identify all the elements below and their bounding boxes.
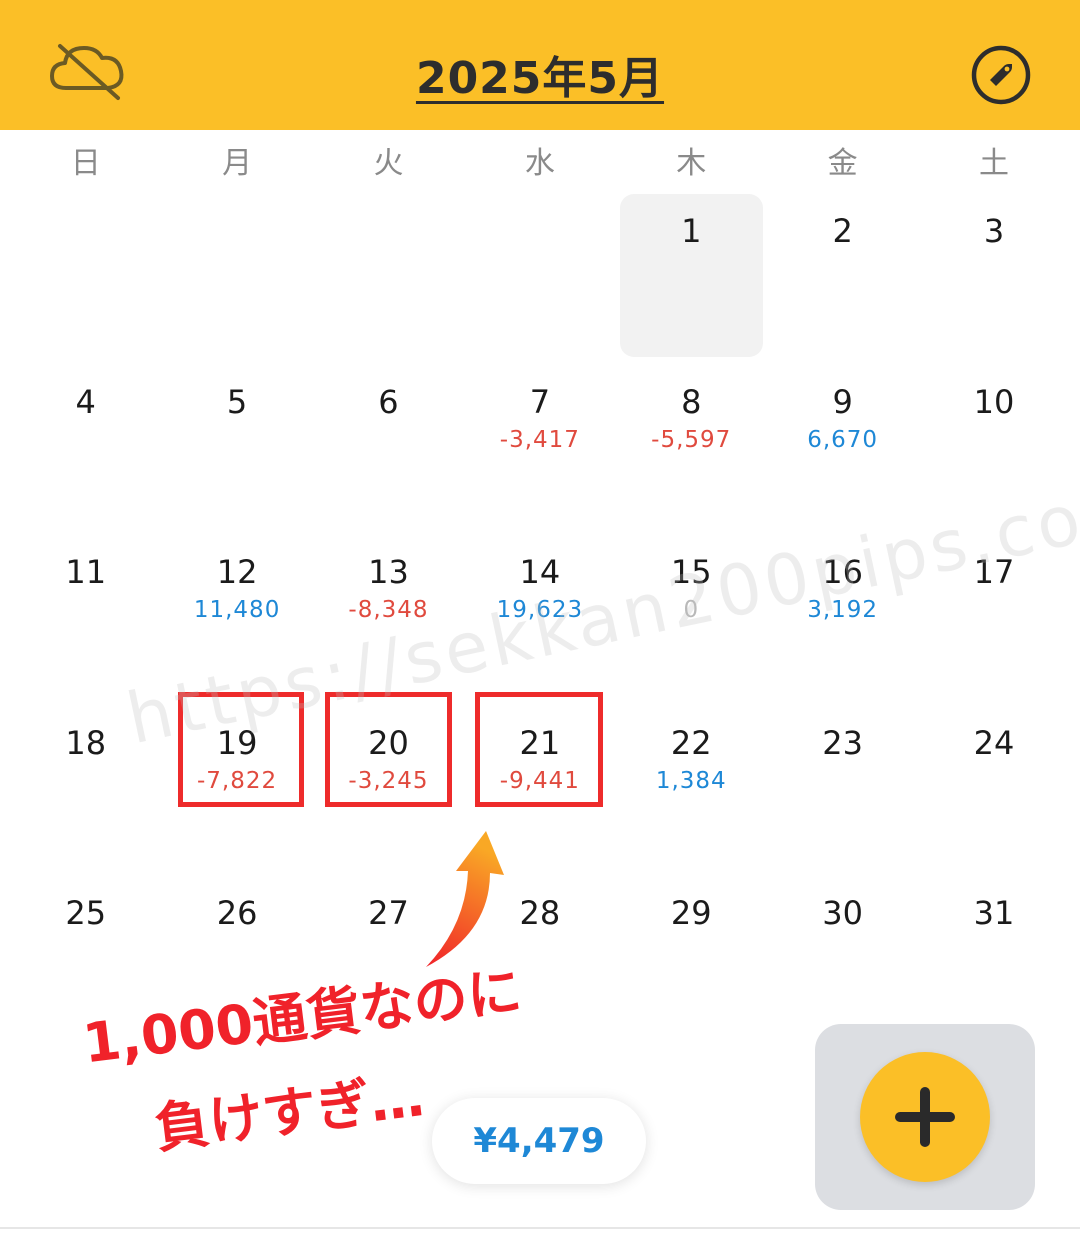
day-cell-4[interactable]: 4 xyxy=(10,363,161,534)
monthly-total[interactable]: ¥4,479 xyxy=(432,1098,646,1184)
day-number: 24 xyxy=(973,723,1015,762)
day-number: 2 xyxy=(832,212,853,250)
day-cell-31[interactable]: 31 xyxy=(918,874,1069,1045)
day-amount: -5,597 xyxy=(651,426,732,453)
day-number: 4 xyxy=(75,382,96,421)
day-amount: -3,417 xyxy=(499,426,580,453)
day-number: 1 xyxy=(681,212,702,250)
empty-cell xyxy=(464,192,615,363)
day-cell-9[interactable]: 9 6,670 xyxy=(767,363,918,534)
empty-cell xyxy=(10,192,161,363)
day-amount: 1,384 xyxy=(655,767,727,794)
day-cell-5[interactable]: 5 xyxy=(161,363,312,534)
weekday-thu: 木 xyxy=(676,146,707,181)
day-number: 29 xyxy=(670,894,712,932)
day-number: 12 xyxy=(216,553,258,591)
annotation-line-2: 負けすぎ… xyxy=(150,1063,429,1161)
day-number: 31 xyxy=(973,894,1015,932)
day-cell-30[interactable]: 30 xyxy=(767,874,918,1045)
day-amount: 11,480 xyxy=(193,597,281,623)
day-cell-1[interactable]: 1 xyxy=(616,192,767,363)
bottom-divider xyxy=(0,1227,1080,1229)
plus-icon xyxy=(895,1087,955,1147)
day-number: 5 xyxy=(226,382,248,421)
day-number: 9 xyxy=(832,382,853,421)
weekday-fri: 金 xyxy=(827,146,858,181)
month-title[interactable]: 2025年5月 xyxy=(0,42,1080,106)
day-number: 6 xyxy=(378,382,399,421)
day-cell-7[interactable]: 7 -3,417 xyxy=(464,363,615,534)
highlight-box-21 xyxy=(475,692,603,807)
header-bar: 2025年5月 xyxy=(0,0,1080,130)
day-number: 23 xyxy=(822,723,863,762)
day-number: 7 xyxy=(529,382,551,421)
day-number: 10 xyxy=(973,382,1015,421)
weekday-sat: 土 xyxy=(979,146,1010,181)
day-cell-29[interactable]: 29 xyxy=(616,874,767,1045)
weekday-mon: 月 xyxy=(222,146,253,181)
day-cell-2[interactable]: 2 xyxy=(767,192,918,363)
day-number: 13 xyxy=(368,553,409,591)
day-cell-24[interactable]: 24 xyxy=(918,704,1069,875)
tag-icon[interactable] xyxy=(970,44,1032,106)
day-number: 25 xyxy=(65,894,107,932)
day-number: 3 xyxy=(983,212,1005,250)
add-entry-button[interactable] xyxy=(860,1052,990,1182)
day-number: 22 xyxy=(670,723,712,762)
day-cell-22[interactable]: 22 1,384 xyxy=(616,704,767,875)
day-cell-6[interactable]: 6 xyxy=(313,363,464,534)
day-cell-8[interactable]: 8 -5,597 xyxy=(616,363,767,534)
weekday-sun: 日 xyxy=(70,146,101,181)
day-cell-3[interactable]: 3 xyxy=(918,192,1069,363)
day-number: 26 xyxy=(216,894,258,932)
empty-cell xyxy=(161,192,312,363)
empty-cell xyxy=(313,192,464,363)
day-cell-23[interactable]: 23 xyxy=(767,704,918,875)
day-number: 30 xyxy=(822,894,863,932)
weekday-header: 日 月 火 水 木 金 土 xyxy=(10,140,1070,190)
day-amount: 6,670 xyxy=(807,426,879,453)
weekday-wed: 水 xyxy=(524,146,555,181)
day-number: 11 xyxy=(65,553,107,591)
day-number: 8 xyxy=(681,382,702,421)
weekday-tue: 火 xyxy=(373,146,404,181)
